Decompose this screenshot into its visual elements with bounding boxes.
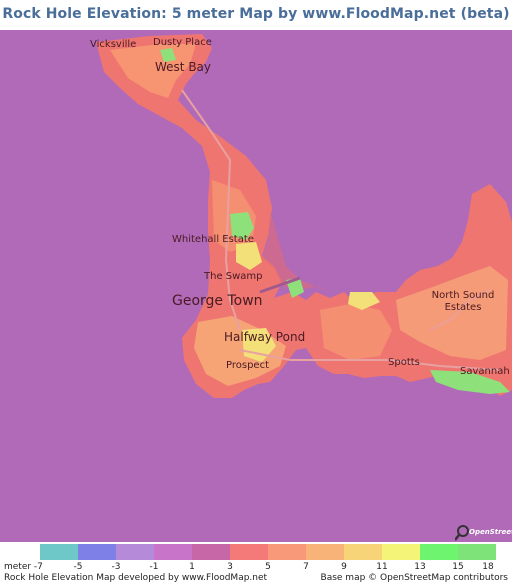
place-halfway-pond[interactable]: Halfway Pond [224,331,305,343]
map-canvas [0,30,512,542]
legend-tick-label: 9 [341,562,347,572]
legend-tick-label: 3 [227,562,233,572]
legend-swatch [78,544,116,560]
place-dusty-place[interactable]: Dusty Place [153,38,212,48]
legend-swatch [116,544,154,560]
place-vicksville[interactable]: Vicksville [90,40,136,50]
elevation-map[interactable]: Vicksville Dusty Place West Bay Whitehal… [0,30,512,542]
legend-color-scale [40,544,496,560]
legend-swatch [192,544,230,560]
legend-swatch [420,544,458,560]
legend-tick-label: -3 [111,562,121,572]
legend-swatch [458,544,496,560]
legend-swatch [154,544,192,560]
map-title: Rock Hole Elevation: 5 meter Map by www.… [2,6,510,22]
legend-swatch [268,544,306,560]
legend-tick-label: -1 [149,562,159,572]
place-north-sound-estates[interactable]: North Sound Estates [428,290,498,314]
title-bar: Rock Hole Elevation: 5 meter Map by www.… [0,0,512,30]
legend-tick-label: 7 [303,562,309,572]
elevation-legend: meter -7 -5 -3 -1 1 3 5 7 9 11 13 15 18 Rock Hole E… [0,542,512,583]
place-savannah[interactable]: Savannah [460,367,510,377]
place-whitehall-estate[interactable]: Whitehall Estate [172,235,254,245]
legend-tick-label: -5 [73,562,83,572]
legend-tick-label: 11 [376,562,388,572]
legend-tick-label: 15 [452,562,464,572]
legend-swatch [306,544,344,560]
place-george-town[interactable]: George Town [172,294,263,308]
legend-swatch [344,544,382,560]
legend-tick-label: 1 [189,562,195,572]
openstreetmap-logo[interactable]: OpenStreetMap [455,524,512,542]
place-the-swamp[interactable]: The Swamp [204,272,263,282]
osm-logo-text: OpenStreetMap [469,528,512,536]
place-spotts[interactable]: Spotts [388,358,420,368]
legend-tick-label: 18 [482,562,494,572]
legend-swatch [382,544,420,560]
legend-tick-label: 5 [265,562,271,572]
place-prospect[interactable]: Prospect [226,361,269,371]
place-west-bay[interactable]: West Bay [155,61,211,73]
legend-swatch [40,544,78,560]
legend-tick-label: 13 [414,562,426,572]
legend-swatch [230,544,268,560]
